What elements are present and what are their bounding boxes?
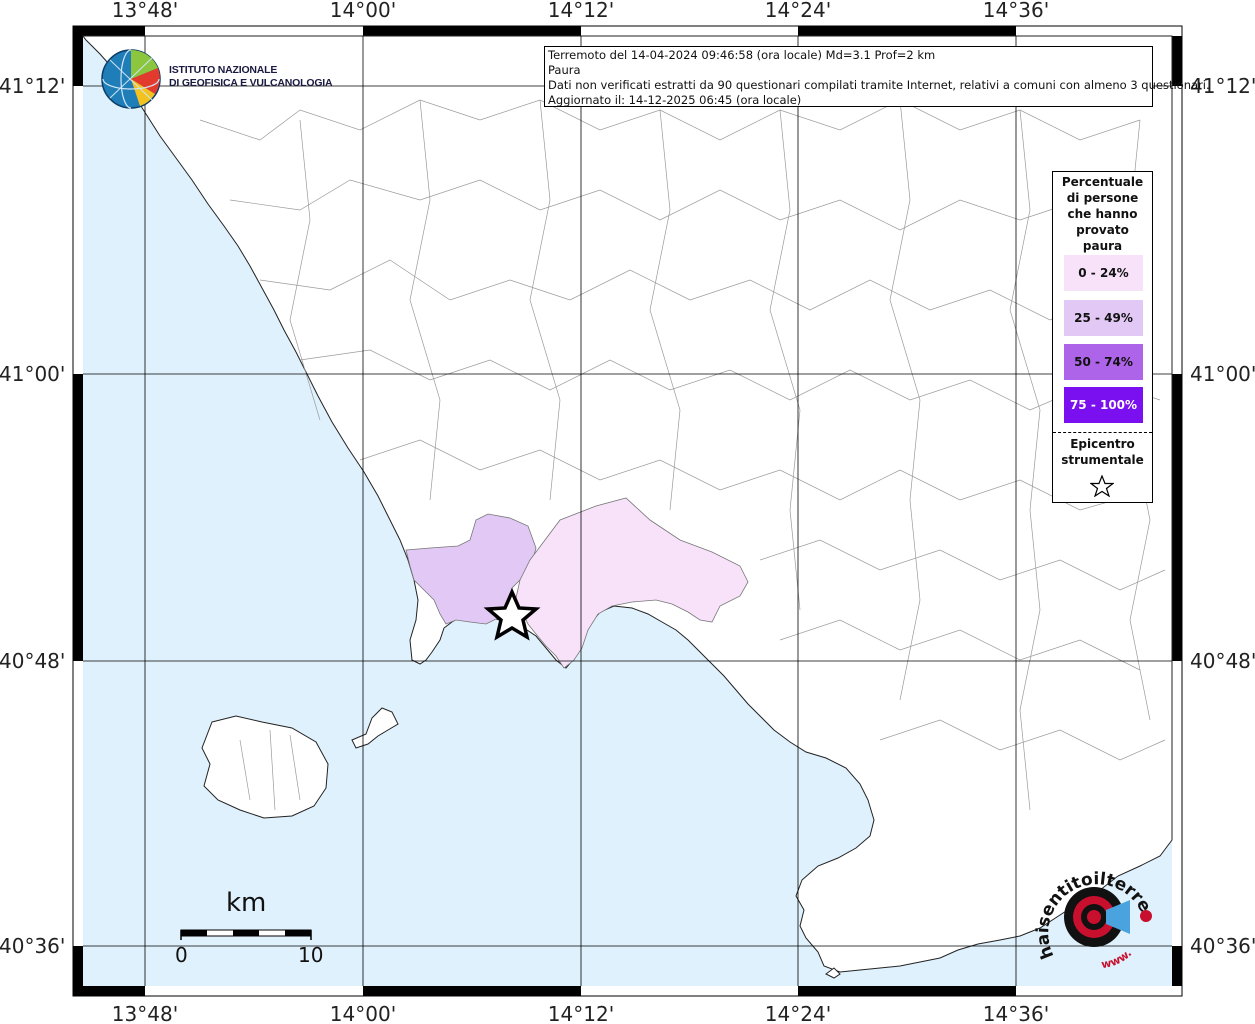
legend-epicenter-label: Epicentro strumentale <box>1061 437 1144 467</box>
info-line-parameter: Paura <box>548 63 581 77</box>
latitude-ticks-right: 41°12' 41°00' 40°48' 40°36' <box>1190 74 1255 958</box>
lon-tick-label: 14°00' <box>330 1002 396 1024</box>
lon-tick-label: 14°36' <box>983 0 1049 22</box>
legend: Percentuale di persone che hanno provato… <box>1052 171 1153 503</box>
legend-class-50-74: 50 - 74% <box>1064 344 1143 380</box>
info-line-source: Dati non verificati estratti da 90 quest… <box>548 78 1210 92</box>
ingv-logo-line1: ISTITUTO NAZIONALE <box>169 64 278 76</box>
latitude-ticks-left: 41°12' 41°00' 40°48' 40°36' <box>0 74 65 958</box>
ingv-logo-text: ISTITUTO NAZIONALE DI GEOFISICA E VULCAN… <box>169 64 333 90</box>
lon-tick-label: 13°48' <box>112 0 178 22</box>
legend-title: Percentuale di persone che hanno provato… <box>1061 175 1144 253</box>
info-line-event: Terremoto del 14-04-2024 09:46:58 (ora l… <box>548 48 936 62</box>
star-icon <box>1090 475 1114 497</box>
lon-tick-label: 13°48' <box>112 1002 178 1024</box>
info-line-updated: Aggiornato il: 14-12-2025 06:45 (ora loc… <box>548 93 802 107</box>
map-area <box>82 35 1173 986</box>
legend-class-25-49: 25 - 49% <box>1064 300 1143 336</box>
ingv-logo-line2: DI GEOFISICA E VULCANOLOGIA <box>169 77 333 89</box>
lon-tick-label: 14°12' <box>548 1002 614 1024</box>
watermark-prefix: www. <box>1100 947 1134 972</box>
lon-tick-label: 14°24' <box>765 0 831 22</box>
ingv-logo <box>100 48 162 115</box>
legend-class-75-100: 75 - 100% <box>1064 387 1143 423</box>
lat-tick-label: 41°00' <box>1190 362 1255 386</box>
longitude-ticks-bottom: 13°48' 14°00' 14°12' 14°24' 14°36' <box>112 1002 1049 1024</box>
lat-tick-label: 41°00' <box>0 362 65 386</box>
scale-max-label: 10 <box>298 943 324 967</box>
question-icon <box>1140 910 1152 922</box>
legend-class-0-24: 0 - 24% <box>1064 255 1143 291</box>
earthquake-info-box: Terremoto del 14-04-2024 09:46:58 (ora l… <box>544 46 1210 107</box>
lon-tick-label: 14°12' <box>548 0 614 22</box>
svg-text:www.: www. <box>1100 947 1134 972</box>
lon-tick-label: 14°00' <box>330 0 396 22</box>
lat-tick-label: 40°48' <box>0 649 65 673</box>
scale-min-label: 0 <box>175 943 188 967</box>
haisentito-logo: haisentitoilterremoto.it www. <box>1023 845 1157 985</box>
lon-tick-label: 14°36' <box>983 1002 1049 1024</box>
lat-tick-label: 40°48' <box>1190 649 1255 673</box>
scale-unit-label: km <box>226 888 267 918</box>
lat-tick-label: 40°36' <box>0 934 65 958</box>
lon-tick-label: 14°24' <box>765 1002 831 1024</box>
lat-tick-label: 40°36' <box>1190 934 1255 958</box>
lat-tick-label: 41°12' <box>0 74 65 98</box>
globe-icon <box>101 49 161 109</box>
legend-separator <box>1053 432 1152 433</box>
longitude-ticks-top: 13°48' 14°00' 14°12' 14°24' 14°36' <box>112 0 1049 22</box>
